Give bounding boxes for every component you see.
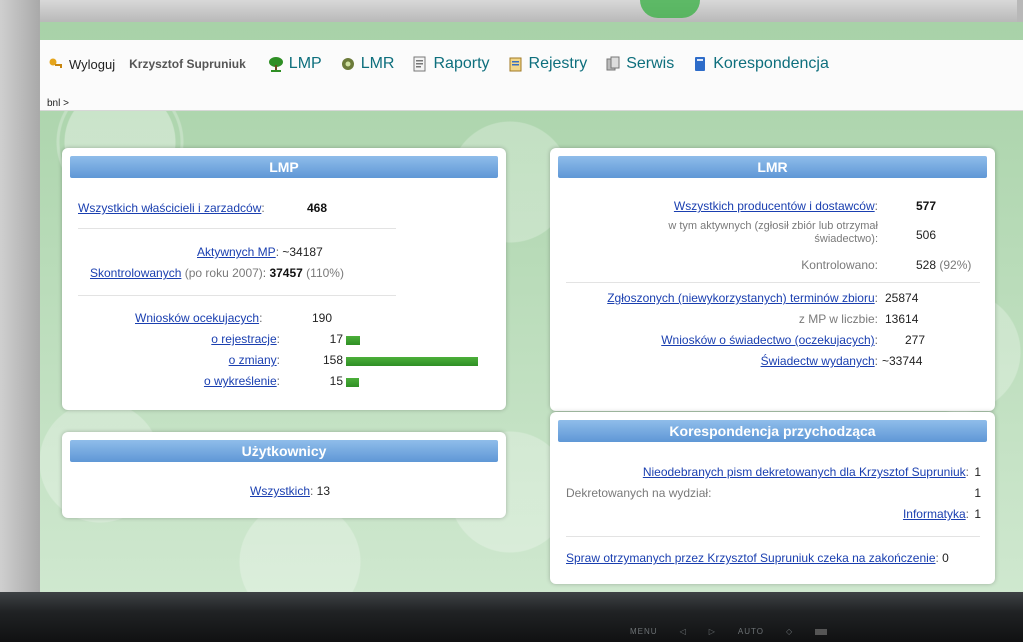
- user-name: Krzysztof Supruniuk: [129, 57, 246, 71]
- nav-item-label: Serwis: [626, 55, 675, 72]
- cases-link[interactable]: Spraw otrzymanych przez Krzysztof Suprun…: [566, 551, 936, 565]
- owners-value: 468: [307, 201, 328, 215]
- monitor-buttons: MENU ◁ ▷ AUTO ◇: [630, 627, 828, 636]
- breakdown-link[interactable]: o rejestracje: [211, 332, 276, 346]
- nav-item-korespondencja[interactable]: Korespondencja: [692, 55, 829, 73]
- monitor-button[interactable]: MENU: [630, 627, 658, 636]
- terms-link[interactable]: Zgłoszonych (niewykorzystanych) terminów…: [607, 291, 874, 305]
- checked-percent: (110%): [306, 266, 344, 280]
- nav-item-lmp[interactable]: LMP: [268, 55, 322, 73]
- producers-value: 577: [916, 199, 937, 213]
- tree-icon: [268, 57, 283, 72]
- monitor-button[interactable]: ◇: [786, 627, 793, 636]
- active-producers-label-line: świadectwo):: [814, 233, 878, 245]
- breakdown-value: 17: [329, 332, 343, 346]
- nav-item-label: LMR: [360, 55, 395, 72]
- requests-value: 190: [312, 311, 333, 325]
- monitor-frame-left: [0, 0, 40, 642]
- monitor-button[interactable]: ▷: [709, 627, 716, 636]
- lmr-panel-title: LMR: [558, 156, 987, 178]
- correspondence-panel: Korespondencja przychodząca Nieodebranyc…: [550, 412, 995, 584]
- undelivered-value: 1: [974, 465, 981, 479]
- undelivered-link[interactable]: Nieodebranych pism dekretowanych dla Krz…: [643, 465, 966, 479]
- register-icon: [509, 57, 522, 72]
- users-panel: Użytkownicy Wszystkich: 13: [62, 432, 506, 518]
- lmp-panel-title: LMP: [70, 156, 498, 178]
- breakdown-bar: [346, 357, 478, 366]
- gear-leaf-icon: [341, 58, 354, 70]
- nav-item-serwis[interactable]: Serwis: [605, 55, 674, 73]
- breakdown-value: 158: [322, 353, 343, 367]
- nav-item-label: LMP: [288, 55, 322, 72]
- terms-value: 25874: [885, 291, 919, 305]
- users-panel-title: Użytkownicy: [70, 440, 498, 462]
- informatyka-link[interactable]: Informatyka: [903, 507, 966, 521]
- certificate-requests-value: 277: [905, 333, 926, 347]
- power-button[interactable]: [815, 629, 828, 635]
- screen: Wyloguj Krzysztof Supruniuk LMP LMR Rapo: [40, 22, 1023, 594]
- monitor-button[interactable]: ◁: [680, 627, 687, 636]
- certificates-value: ~33744: [882, 354, 923, 368]
- service-icon: [606, 56, 620, 71]
- nav-item-label: Korespondencja: [713, 55, 829, 72]
- nav-item-label: Raporty: [433, 55, 490, 72]
- breakdown-link[interactable]: o wykreślenie: [204, 374, 277, 388]
- active-producers-label: w tym aktywnych (zgłosił zbiór lub otrzy…: [668, 220, 878, 246]
- requests-link[interactable]: Wniosków ocekujacych: [135, 311, 259, 325]
- producers-link[interactable]: Wszystkich producentów i dostawców: [674, 199, 875, 213]
- mp-value: 13614: [885, 312, 919, 326]
- divider: [78, 228, 396, 229]
- top-bar: Wyloguj Krzysztof Supruniuk LMP LMR Rapo: [40, 40, 1023, 111]
- department-label: Dekretowanych na wydział:: [566, 486, 712, 500]
- informatyka-value: 1: [974, 507, 981, 521]
- checked-note: (po roku 2007): [184, 266, 263, 280]
- breadcrumb: bnl >: [47, 98, 69, 109]
- lmr-panel: LMR Wszystkich producentów i dostawców: …: [550, 148, 995, 411]
- active-mp-value: ~34187: [282, 245, 323, 259]
- users-all-link[interactable]: Wszystkich: [250, 484, 310, 498]
- breakdown-link[interactable]: o zmiany: [229, 353, 277, 367]
- nav-item-raporty[interactable]: Raporty: [412, 55, 490, 73]
- certificate-requests-link[interactable]: Wniosków o świadectwo (oczekujacych): [661, 333, 874, 347]
- divider: [78, 295, 396, 296]
- controlled-value: 528: [916, 258, 937, 272]
- breakdown-bar: [346, 336, 360, 345]
- breakdown-bar: [346, 378, 359, 387]
- controlled-percent: (92%): [939, 258, 972, 272]
- users-all-value: 13: [316, 484, 331, 498]
- checked-value: 37457: [269, 266, 303, 280]
- cases-value: 0: [942, 551, 949, 565]
- active-mp-link[interactable]: Aktywnych MP: [197, 245, 276, 259]
- divider: [566, 282, 980, 283]
- nav-item-rejestry[interactable]: Rejestry: [508, 55, 588, 73]
- department-value: 1: [974, 486, 981, 500]
- mp-label: z MP w liczbie:: [798, 312, 878, 326]
- active-producers-label-line: w tym aktywnych (zgłosił zbiór lub otrzy…: [668, 220, 878, 232]
- book-icon: [695, 57, 706, 71]
- monitor-frame-top: [0, 0, 1023, 22]
- certificates-link[interactable]: Świadectw wydanych: [761, 354, 875, 368]
- correspondence-panel-title: Korespondencja przychodząca: [558, 420, 987, 442]
- monitor-button[interactable]: AUTO: [738, 627, 764, 636]
- checked-link[interactable]: Skontrolowanych: [90, 266, 181, 280]
- lmp-panel: LMP Wszystkich właścicieli i zarzadców: …: [62, 148, 506, 410]
- keys-icon: [49, 58, 62, 68]
- controlled-label: Kontrolowano:: [801, 258, 878, 272]
- divider: [566, 536, 980, 537]
- report-icon: [413, 56, 426, 72]
- main-nav: Wyloguj Krzysztof Supruniuk LMP LMR Rapo: [48, 55, 847, 73]
- monitor-bezel: MENU ◁ ▷ AUTO ◇: [0, 592, 1023, 642]
- breakdown-value: 15: [329, 374, 343, 388]
- logout-button[interactable]: Wyloguj: [48, 56, 123, 72]
- decorative-shape: [640, 0, 700, 18]
- owners-link[interactable]: Wszystkich właścicieli i zarzadców: [78, 201, 261, 215]
- active-producers-value: 506: [916, 228, 937, 242]
- logout-label: Wyloguj: [69, 56, 116, 72]
- nav-item-lmr[interactable]: LMR: [340, 55, 395, 73]
- nav-item-label: Rejestry: [528, 55, 588, 72]
